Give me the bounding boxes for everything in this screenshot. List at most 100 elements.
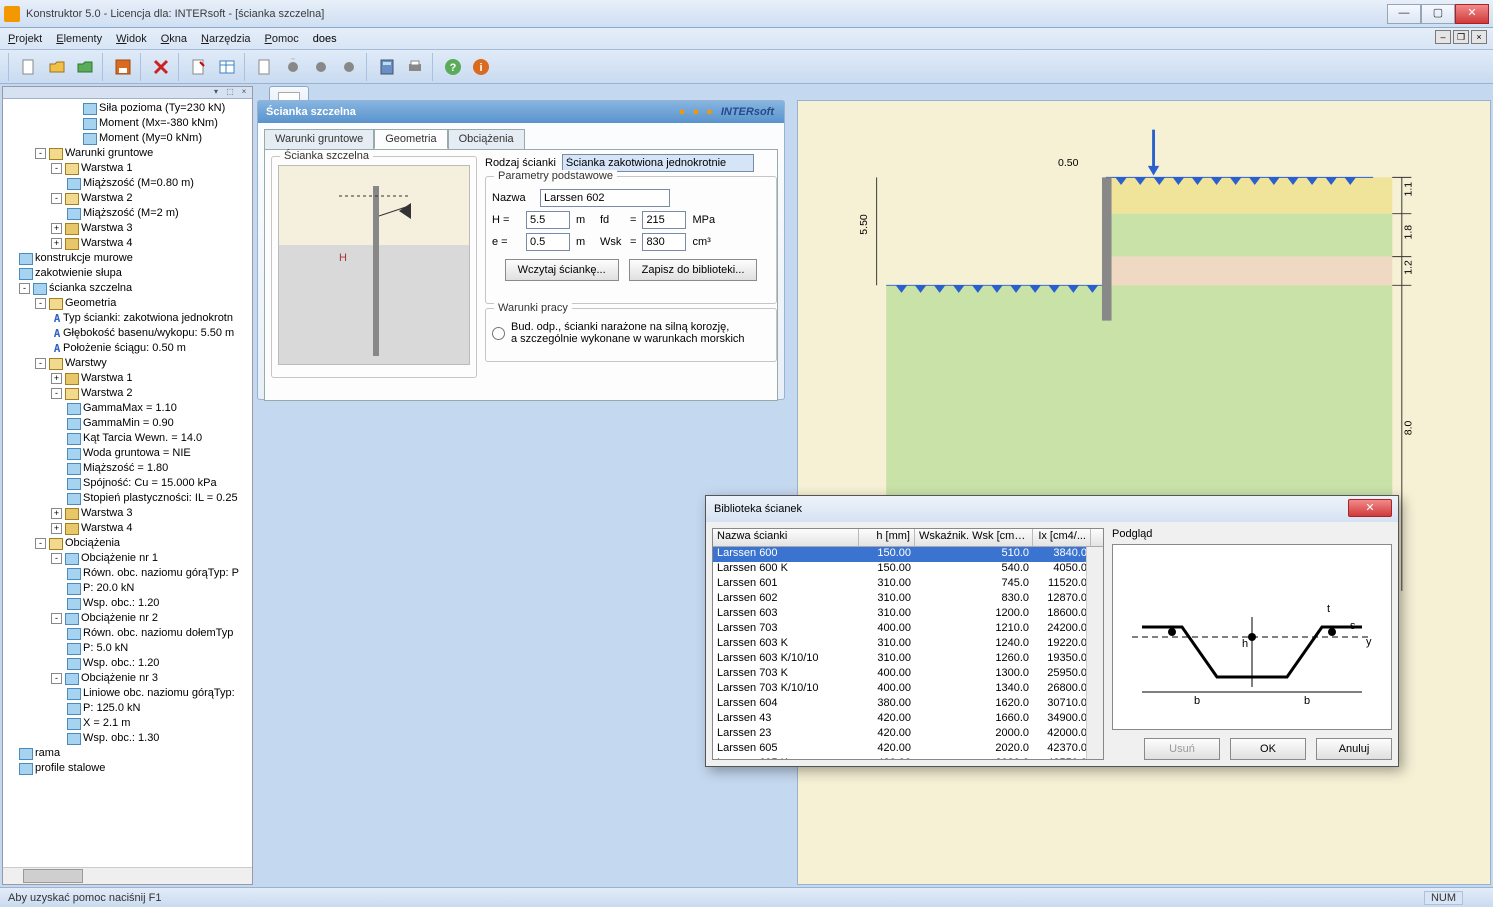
tree-item[interactable]: Miąższość (M=0.80 m) <box>3 176 252 191</box>
tree-item[interactable]: Woda gruntowa = NIE <box>3 446 252 461</box>
table-row[interactable]: Larssen 603 K/10/10310.001260.019350.0 <box>713 652 1103 667</box>
tree-item[interactable]: AGłębokość basenu/wykopu: 5.50 m <box>3 326 252 341</box>
tree-item[interactable]: P: 20.0 kN <box>3 581 252 596</box>
tree-item[interactable]: -Obciążenia <box>3 536 252 551</box>
print-icon[interactable] <box>402 54 428 80</box>
tree-item[interactable]: +Warstwa 3 <box>3 221 252 236</box>
tree-item[interactable]: -ścianka szczelna <box>3 281 252 296</box>
menu-widok[interactable]: Widok <box>116 33 147 45</box>
library-table[interactable]: Nazwa ścianki h [mm] Wskaźnik. Wsk [cm3/… <box>712 528 1104 760</box>
save-icon[interactable] <box>110 54 136 80</box>
project-tree[interactable]: Siła pozioma (Ty=230 kN)Moment (Mx=-380 … <box>3 99 252 867</box>
menu-projekt[interactable]: Projekt <box>8 33 42 45</box>
tree-item[interactable]: Moment (Mx=-380 kNm) <box>3 116 252 131</box>
tree-item[interactable]: profile stalowe <box>3 761 252 776</box>
calc-icon[interactable] <box>374 54 400 80</box>
warunki-radio-1[interactable] <box>492 327 505 340</box>
e-input[interactable] <box>526 233 570 251</box>
tree-item[interactable]: Stopień plastyczności: IL = 0.25 <box>3 491 252 506</box>
table-row[interactable]: Larssen 601310.00745.011520.0 <box>713 577 1103 592</box>
new-icon[interactable] <box>16 54 42 80</box>
tree-item[interactable]: Równ. obc. naziomu górąTyp: P <box>3 566 252 581</box>
tree-item[interactable]: APołożenie ściągu: 0.50 m <box>3 341 252 356</box>
tree-item[interactable]: +Warstwa 1 <box>3 371 252 386</box>
nazwa-input[interactable] <box>540 189 670 207</box>
tree-item[interactable]: Miąższość (M=2 m) <box>3 206 252 221</box>
tree-item[interactable]: zakotwienie słupa <box>3 266 252 281</box>
tree-item[interactable]: -Obciążenie nr 1 <box>3 551 252 566</box>
table-row[interactable]: Larssen 604380.001620.030710.0 <box>713 697 1103 712</box>
table-row[interactable]: Larssen 603 K310.001240.019220.0 <box>713 637 1103 652</box>
close-button[interactable]: ✕ <box>1455 4 1489 24</box>
save-wall-button[interactable]: Zapisz do biblioteki... <box>629 259 758 281</box>
folder-icon[interactable] <box>72 54 98 80</box>
gear-icon[interactable] <box>280 54 306 80</box>
table-scrollbar[interactable] <box>1086 547 1103 759</box>
mdi-minimize-button[interactable]: – <box>1435 30 1451 44</box>
page-icon[interactable] <box>252 54 278 80</box>
cancel-button[interactable]: Anuluj <box>1316 738 1392 760</box>
tree-item[interactable]: GammaMin = 0.90 <box>3 416 252 431</box>
open-icon[interactable] <box>44 54 70 80</box>
wsk-input[interactable] <box>642 233 686 251</box>
tree-item[interactable]: Miąższość = 1.80 <box>3 461 252 476</box>
col-ix[interactable]: Ix [cm4/... <box>1033 529 1091 546</box>
info-icon[interactable]: i <box>468 54 494 80</box>
table-row[interactable]: Larssen 600 K150.00540.04050.0 <box>713 562 1103 577</box>
gear2-icon[interactable] <box>308 54 334 80</box>
tree-item[interactable]: -Warstwa 2 <box>3 386 252 401</box>
tree-item[interactable]: rama <box>3 746 252 761</box>
menu-okna[interactable]: Okna <box>161 33 187 45</box>
table-row[interactable]: Larssen 703 K/10/10400.001340.026800.0 <box>713 682 1103 697</box>
table-row[interactable]: Larssen 703 K400.001300.025950.0 <box>713 667 1103 682</box>
tree-scrollbar[interactable] <box>3 867 252 884</box>
col-h[interactable]: h [mm] <box>859 529 915 546</box>
mdi-close-button[interactable]: × <box>1471 30 1487 44</box>
library-close-button[interactable]: ✕ <box>1348 499 1392 517</box>
tree-item[interactable]: -Warstwy <box>3 356 252 371</box>
tree-item[interactable]: Wsp. obc.: 1.20 <box>3 596 252 611</box>
mdi-restore-button[interactable]: ❐ <box>1453 30 1469 44</box>
pane-unpin-icon[interactable]: ⬚ <box>224 87 236 97</box>
tree-item[interactable]: Siła pozioma (Ty=230 kN) <box>3 101 252 116</box>
minimize-button[interactable]: — <box>1387 4 1421 24</box>
tree-item[interactable]: P: 5.0 kN <box>3 641 252 656</box>
tab-geometria[interactable]: Geometria <box>374 129 447 149</box>
tab-warunki[interactable]: Warunki gruntowe <box>264 129 374 149</box>
col-wsk[interactable]: Wskaźnik. Wsk [cm3/m] <box>915 529 1033 546</box>
pane-close-icon[interactable]: × <box>238 87 250 97</box>
tree-item[interactable]: Wsp. obc.: 1.30 <box>3 731 252 746</box>
gear3-icon[interactable] <box>336 54 362 80</box>
help-icon[interactable]: ? <box>440 54 466 80</box>
table-row[interactable]: Larssen 23420.002000.042000.0 <box>713 727 1103 742</box>
menu-pomoc[interactable]: Pomoc <box>265 33 299 45</box>
fd-input[interactable] <box>642 211 686 229</box>
tree-item[interactable]: Równ. obc. naziomu dołemTyp <box>3 626 252 641</box>
table-row[interactable]: Larssen 605 K420.002030.042550.0 <box>713 757 1103 759</box>
menu-elementy[interactable]: Elementy <box>56 33 102 45</box>
tree-item[interactable]: -Warunki gruntowe <box>3 146 252 161</box>
maximize-button[interactable]: ▢ <box>1421 4 1455 24</box>
tree-item[interactable]: X = 2.1 m <box>3 716 252 731</box>
tree-item[interactable]: P: 125.0 kN <box>3 701 252 716</box>
tree-item[interactable]: -Geometria <box>3 296 252 311</box>
tree-item[interactable]: GammaMax = 1.10 <box>3 401 252 416</box>
ok-button[interactable]: OK <box>1230 738 1306 760</box>
tree-item[interactable]: +Warstwa 3 <box>3 506 252 521</box>
table-row[interactable]: Larssen 605420.002020.042370.0 <box>713 742 1103 757</box>
tree-item[interactable]: Kąt Tarcia Wewn. = 14.0 <box>3 431 252 446</box>
table-row[interactable]: Larssen 43420.001660.034900.0 <box>713 712 1103 727</box>
tree-item[interactable]: -Warstwa 2 <box>3 191 252 206</box>
table-row[interactable]: Larssen 602310.00830.012870.0 <box>713 592 1103 607</box>
tree-item[interactable]: Wsp. obc.: 1.20 <box>3 656 252 671</box>
tree-item[interactable]: +Warstwa 4 <box>3 521 252 536</box>
tree-item[interactable]: ATyp ścianki: zakotwiona jednokrotn <box>3 311 252 326</box>
tree-item[interactable]: Moment (My=0 kNm) <box>3 131 252 146</box>
tree-item[interactable]: Spójność: Cu = 15.000 kPa <box>3 476 252 491</box>
export-icon[interactable] <box>186 54 212 80</box>
table-row[interactable]: Larssen 603310.001200.018600.0 <box>713 607 1103 622</box>
menu-narzedzia[interactable]: Narzędzia <box>201 33 251 45</box>
table-row[interactable]: Larssen 703400.001210.024200.0 <box>713 622 1103 637</box>
tree-item[interactable]: -Obciążenie nr 2 <box>3 611 252 626</box>
delete-icon[interactable] <box>148 54 174 80</box>
